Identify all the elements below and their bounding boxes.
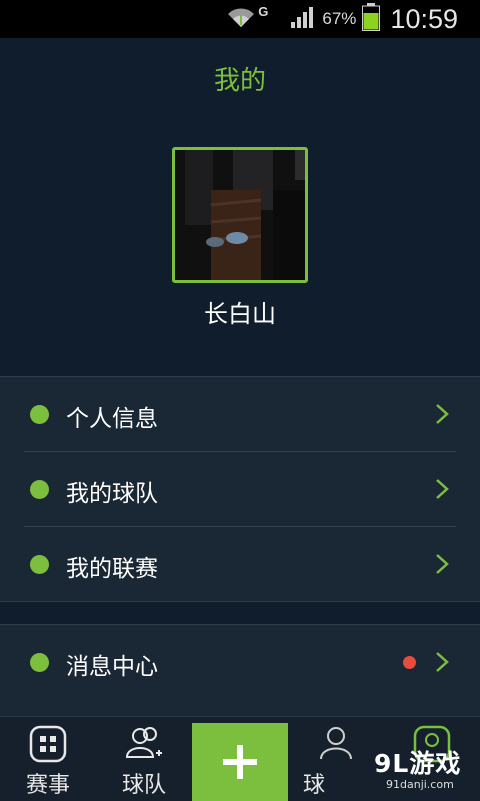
- menu-item-label: 我的联赛: [66, 556, 158, 582]
- team-add-icon: [125, 727, 162, 758]
- watermark-logo: 9L游戏: [374, 749, 462, 778]
- dot-indicator-icon: [30, 480, 49, 499]
- avatar-photo: [175, 150, 305, 280]
- chevron-right-icon: [436, 554, 449, 574]
- menu-item-label: 个人信息: [66, 406, 158, 432]
- username: 长白山: [204, 300, 276, 328]
- unread-badge: [403, 656, 416, 669]
- chevron-right-icon: [436, 652, 449, 672]
- chevron-right-icon: [436, 404, 449, 424]
- message-menu: 消息中心: [0, 624, 480, 720]
- menu-item-label: 我的球队: [66, 481, 158, 507]
- page-title: 我的: [213, 66, 266, 96]
- dot-indicator-icon: [30, 405, 49, 424]
- dot-indicator-icon: [30, 555, 49, 574]
- status-bar: G 67% 10:59: [0, 0, 480, 38]
- battery-percent: 67%: [322, 9, 357, 28]
- profile-menu: 个人信息 我的球队 我的联赛: [0, 376, 480, 602]
- plus-icon: [223, 745, 257, 779]
- dot-indicator-icon: [30, 653, 49, 672]
- menu-item-my-league[interactable]: 我的联赛: [24, 527, 456, 601]
- menu-item-personal-info[interactable]: 个人信息: [24, 377, 456, 452]
- tab-label: 球: [302, 773, 325, 798]
- grid-icon: [29, 725, 67, 763]
- watermark-url: 91danji.com: [386, 778, 454, 791]
- tab-teams[interactable]: 球队: [96, 717, 192, 801]
- clock: 10:59: [390, 3, 458, 34]
- tab-events[interactable]: 赛事: [0, 717, 96, 801]
- signal-icon: [290, 5, 316, 33]
- person-icon: [320, 727, 352, 760]
- tab-label: 球队: [121, 773, 166, 798]
- wifi-icon: [226, 5, 256, 33]
- battery-icon: [362, 3, 381, 35]
- menu-item-my-team[interactable]: 我的球队: [24, 452, 456, 527]
- watermark: 9L游戏 91danji.com: [366, 742, 480, 800]
- menu-item-label: 消息中心: [66, 654, 158, 680]
- chevron-right-icon: [436, 479, 449, 499]
- network-type-label: G: [258, 3, 269, 19]
- menu-item-message-center[interactable]: 消息中心: [24, 625, 456, 699]
- avatar[interactable]: [172, 147, 308, 283]
- tab-label: 赛事: [25, 773, 70, 798]
